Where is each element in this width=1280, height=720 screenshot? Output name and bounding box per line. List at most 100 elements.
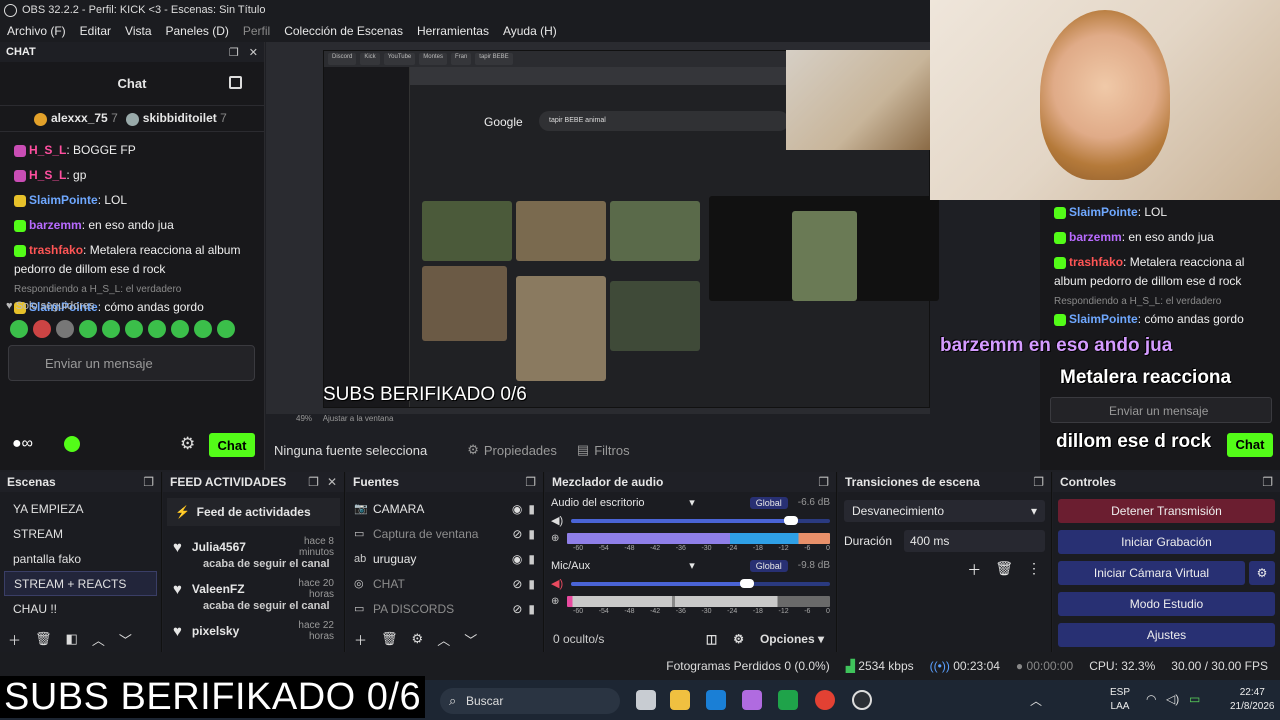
taskbar-clock[interactable]: 22:47 21/8/2026 (1230, 686, 1275, 714)
move-up-icon[interactable]: ︿ (437, 630, 450, 649)
scene-item[interactable]: STREAM + REACTS (4, 571, 157, 596)
channel-menu-icon[interactable]: ▾ (689, 496, 695, 509)
feed-user[interactable]: Julia4567 (182, 540, 272, 554)
chat-username[interactable]: H_S_L (29, 143, 66, 157)
chat-message-input[interactable]: Enviar un mensaje (8, 345, 255, 381)
obs-icon[interactable] (852, 690, 872, 710)
menu-editar[interactable]: Editar (73, 24, 118, 38)
menu-archivo[interactable]: Archivo (F) (0, 24, 73, 38)
chat-username[interactable]: SlaimPointe (1069, 205, 1138, 219)
eye-hidden-icon[interactable]: ⊘ (512, 527, 522, 541)
source-name[interactable]: PA DISCORDS (373, 602, 506, 616)
add-icon[interactable]: ＋ (354, 630, 367, 649)
source-item[interactable]: ▭ Captura de ventana ⊘ ▮ (346, 521, 543, 546)
chat-username[interactable]: barzemm (29, 218, 82, 232)
source-item[interactable]: 📷 CAMARA ◉ ▮ (346, 496, 543, 521)
volume-slider[interactable] (571, 515, 830, 525)
chat-username[interactable]: SlaimPointe (1069, 312, 1138, 326)
chat-username[interactable]: barzemm (1069, 230, 1122, 244)
source-item[interactable]: ▭ PA DISCORDS ⊘ ▮ (346, 596, 543, 621)
settings-gear-icon[interactable]: ⚙ (180, 434, 195, 454)
settings-button[interactable]: Ajustes (1058, 623, 1275, 647)
emote-icon[interactable] (148, 320, 166, 338)
add-icon[interactable]: ＋ (8, 630, 21, 649)
filters-button[interactable]: ▤ Filtros (577, 442, 630, 458)
studio-mode-button[interactable]: Modo Estudio (1058, 592, 1275, 616)
lock-icon[interactable]: ▮ (528, 602, 535, 616)
move-down-icon[interactable]: ﹀ (464, 630, 477, 649)
battery-icon[interactable]: ▭ (1189, 692, 1200, 706)
tray-chevron-icon[interactable]: ︿ (1030, 692, 1042, 709)
eye-hidden-icon[interactable]: ⊘ (512, 577, 522, 591)
monitor-icon[interactable]: ⊕ (551, 533, 559, 544)
source-name[interactable]: uruguay (373, 552, 506, 566)
emote-icon[interactable] (102, 320, 120, 338)
eye-icon[interactable]: ◉ (512, 502, 522, 516)
start-recording-button[interactable]: Iniciar Grabación (1058, 530, 1275, 554)
scene-item[interactable]: CHAU !! (4, 596, 157, 621)
chat-send-button[interactable]: Chat (209, 433, 255, 457)
stop-stream-button[interactable]: Detener Transmisión (1058, 499, 1275, 523)
properties-button[interactable]: ⚙ Propiedades (467, 442, 557, 458)
kick-k-icon[interactable] (64, 436, 80, 452)
source-item[interactable]: ◎ CHAT ⊘ ▮ (346, 571, 543, 596)
more-icon[interactable]: ⋮ (1027, 560, 1041, 580)
chat-username[interactable]: trashfako (1069, 255, 1123, 269)
virtual-camera-settings-icon[interactable]: ⚙ (1249, 561, 1275, 585)
float-icon[interactable]: ❐ (1262, 475, 1273, 489)
close-icon[interactable]: ✕ (327, 475, 337, 489)
emote-icon[interactable] (171, 320, 189, 338)
lock-icon[interactable]: ▮ (528, 577, 535, 591)
source-name[interactable]: CAMARA (373, 502, 506, 516)
delete-icon[interactable]: 🗑 (995, 560, 1013, 580)
scene-item[interactable]: STREAM (4, 521, 157, 546)
file-explorer-icon[interactable] (670, 690, 690, 710)
wifi-icon[interactable]: ◠ (1146, 692, 1156, 706)
chat-username[interactable]: trashfako (29, 243, 83, 257)
close-icon[interactable]: ✕ (249, 46, 258, 59)
menu-perfil[interactable]: Perfil (236, 24, 277, 38)
move-up-icon[interactable]: ︿ (92, 630, 105, 649)
emote-icon[interactable] (10, 320, 28, 338)
volume-icon[interactable]: ◀) (551, 514, 563, 527)
menu-paneles[interactable]: Paneles (D) (159, 24, 236, 38)
emote-icon[interactable] (33, 320, 51, 338)
menu-coleccion[interactable]: Colección de Escenas (277, 24, 410, 38)
emote-icon[interactable] (125, 320, 143, 338)
mute-icon[interactable]: ◀) (551, 577, 563, 590)
eye-hidden-icon[interactable]: ⊘ (512, 602, 522, 616)
duration-input[interactable]: 400 ms (904, 530, 1045, 552)
source-name[interactable]: CHAT (373, 577, 506, 591)
source-item[interactable]: ab uruguay ◉ ▮ (346, 546, 543, 571)
scene-item[interactable]: pantalla fako (4, 546, 157, 571)
feed-user[interactable]: pixelsky (182, 624, 272, 638)
volume-slider[interactable] (571, 578, 830, 588)
source-name[interactable]: Captura de ventana (373, 527, 506, 541)
language-indicator[interactable]: ESP LAA (1110, 686, 1130, 714)
taskbar-search[interactable]: Buscar (440, 688, 620, 714)
chat-username[interactable]: SlaimPointe (29, 193, 98, 207)
advanced-icon[interactable]: ⚙ (733, 632, 744, 646)
float-icon[interactable]: ❐ (818, 475, 829, 489)
menu-herramientas[interactable]: Herramientas (410, 24, 496, 38)
zoom-level[interactable]: 49% (296, 414, 312, 423)
emote-icon[interactable] (79, 320, 97, 338)
copilot-icon[interactable] (742, 690, 762, 710)
add-icon[interactable]: ＋ (967, 560, 981, 580)
scene-item[interactable]: YA EMPIEZA (4, 496, 157, 521)
layout-icon[interactable]: ◫ (706, 632, 717, 646)
move-down-icon[interactable]: ﹀ (119, 630, 132, 649)
lock-icon[interactable]: ▮ (528, 502, 535, 516)
float-icon[interactable]: ❐ (1033, 475, 1044, 489)
pinned-user[interactable]: skibbiditoilet (143, 111, 217, 125)
virtual-camera-button[interactable]: Iniciar Cámara Virtual (1058, 561, 1245, 585)
lock-icon[interactable]: ▮ (528, 527, 535, 541)
zoom-fit[interactable]: Ajustar a la ventana (323, 414, 394, 423)
emote-icon[interactable] (217, 320, 235, 338)
emote-icon[interactable] (194, 320, 212, 338)
eye-icon[interactable]: ◉ (512, 552, 522, 566)
pinned-user[interactable]: alexxx_75 (51, 111, 108, 125)
lock-icon[interactable]: ▮ (528, 552, 535, 566)
users-icon[interactable] (229, 76, 242, 89)
emote-icon[interactable] (56, 320, 74, 338)
